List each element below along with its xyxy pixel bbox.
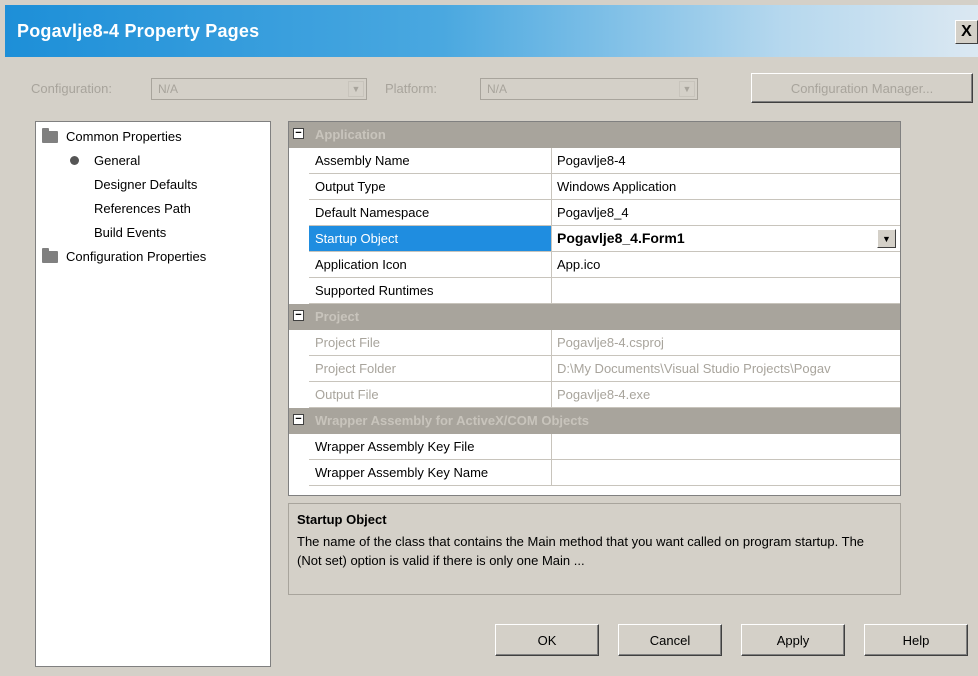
help-button[interactable]: Help bbox=[864, 624, 968, 656]
configuration-value: N/A bbox=[158, 82, 179, 96]
tree-item-label: Build Events bbox=[94, 225, 167, 240]
property-value: D:\My Documents\Visual Studio Projects\P… bbox=[557, 361, 831, 376]
property-row[interactable]: Output Type Windows Application bbox=[309, 174, 900, 200]
property-row[interactable]: Wrapper Assembly Key Name bbox=[309, 460, 900, 486]
property-value[interactable] bbox=[553, 460, 900, 485]
category-wrapper-assembly[interactable]: − Wrapper Assembly for ActiveX/COM Objec… bbox=[289, 408, 900, 434]
property-row-selected[interactable]: Startup Object Pogavlje8_4.Form1 ▼ bbox=[309, 226, 900, 252]
property-row[interactable]: Assembly Name Pogavlje8-4 bbox=[309, 148, 900, 174]
platform-dropdown[interactable]: N/A ▼ bbox=[480, 78, 698, 100]
property-value[interactable]: Windows Application bbox=[553, 174, 900, 199]
dialog-client-area: Configuration: N/A ▼ Platform: N/A ▼ Con… bbox=[5, 57, 978, 676]
property-row[interactable]: Output File Pogavlje8-4.exe bbox=[309, 382, 900, 408]
property-name: Assembly Name bbox=[309, 148, 552, 173]
property-name: Wrapper Assembly Key File bbox=[309, 434, 552, 459]
collapse-icon[interactable]: − bbox=[293, 310, 304, 321]
close-icon: X bbox=[961, 23, 972, 40]
property-pages-window: Pogavlje8-4 Property Pages X Configurati… bbox=[0, 0, 978, 676]
category-project[interactable]: − Project bbox=[289, 304, 900, 330]
description-pane: Startup Object The name of the class tha… bbox=[288, 503, 901, 595]
tree-item-label: General bbox=[94, 153, 141, 168]
property-value: Pogavlje8-4.exe bbox=[557, 387, 651, 402]
property-value[interactable] bbox=[553, 278, 900, 303]
chevron-down-icon: ▼ bbox=[348, 81, 364, 97]
property-name: Project Folder bbox=[309, 356, 552, 381]
property-grid[interactable]: − Application Assembly Name Pogavlje8-4 … bbox=[288, 121, 901, 496]
tree-item-common-properties[interactable]: Common Properties bbox=[36, 126, 270, 148]
tree-item-configuration-properties[interactable]: Configuration Properties bbox=[36, 246, 270, 268]
property-name: Supported Runtimes bbox=[309, 278, 552, 303]
property-name: Project File bbox=[309, 330, 552, 355]
collapse-icon[interactable]: − bbox=[293, 414, 304, 425]
startup-object-select[interactable]: Pogavlje8_4.Form1 bbox=[553, 226, 900, 251]
configuration-dropdown[interactable]: N/A ▼ bbox=[151, 78, 367, 100]
chevron-down-icon: ▼ bbox=[679, 81, 695, 97]
category-application[interactable]: − Application bbox=[289, 122, 900, 148]
collapse-icon[interactable]: − bbox=[293, 128, 304, 139]
chevron-down-icon: ▼ bbox=[882, 233, 891, 244]
tree-item-designer-defaults[interactable]: Designer Defaults bbox=[36, 174, 270, 196]
property-value[interactable] bbox=[553, 434, 900, 459]
configuration-label: Configuration: bbox=[31, 81, 112, 96]
category-tree[interactable]: Common Properties General Designer Defau… bbox=[35, 121, 271, 667]
property-row[interactable]: Application Icon App.ico bbox=[309, 252, 900, 278]
property-row[interactable]: Supported Runtimes bbox=[309, 278, 900, 304]
property-name: Startup Object bbox=[309, 226, 552, 251]
tree-item-label: References Path bbox=[94, 201, 191, 216]
startup-object-dropdown-button[interactable]: ▼ bbox=[877, 229, 896, 248]
tree-item-label: Configuration Properties bbox=[66, 249, 207, 264]
tree-item-references-path[interactable]: References Path bbox=[36, 198, 270, 220]
property-name: Output File bbox=[309, 382, 552, 407]
property-row[interactable]: Wrapper Assembly Key File bbox=[309, 434, 900, 460]
cancel-button[interactable]: Cancel bbox=[618, 624, 722, 656]
property-name: Wrapper Assembly Key Name bbox=[309, 460, 552, 485]
window-title: Pogavlje8-4 Property Pages bbox=[17, 21, 260, 41]
property-row[interactable]: Project File Pogavlje8-4.csproj bbox=[309, 330, 900, 356]
property-name: Default Namespace bbox=[309, 200, 552, 225]
property-value[interactable]: App.ico bbox=[553, 252, 900, 277]
close-button[interactable]: X bbox=[955, 20, 978, 44]
tree-item-build-events[interactable]: Build Events bbox=[36, 222, 270, 244]
apply-button[interactable]: Apply bbox=[741, 624, 845, 656]
property-row[interactable]: Project Folder D:\My Documents\Visual St… bbox=[309, 356, 900, 382]
description-text: The name of the class that contains the … bbox=[297, 534, 865, 568]
category-name: Project bbox=[315, 309, 360, 324]
folder-icon bbox=[42, 248, 58, 263]
property-value[interactable]: Pogavlje8_4 bbox=[553, 200, 900, 225]
configuration-manager-button[interactable]: Configuration Manager... bbox=[751, 73, 973, 103]
tree-item-label: Designer Defaults bbox=[94, 177, 198, 192]
property-value: Pogavlje8-4.csproj bbox=[557, 335, 664, 350]
title-bar[interactable]: Pogavlje8-4 Property Pages bbox=[5, 5, 978, 57]
property-name: Output Type bbox=[309, 174, 552, 199]
category-name: Wrapper Assembly for ActiveX/COM Objects bbox=[315, 413, 590, 428]
tree-item-label: Common Properties bbox=[66, 129, 182, 144]
platform-value: N/A bbox=[487, 82, 508, 96]
bullet-icon bbox=[70, 156, 79, 165]
tree-item-general[interactable]: General bbox=[36, 150, 270, 172]
property-row[interactable]: Default Namespace Pogavlje8_4 bbox=[309, 200, 900, 226]
ok-button[interactable]: OK bbox=[495, 624, 599, 656]
description-title: Startup Object bbox=[297, 512, 387, 527]
property-name: Application Icon bbox=[309, 252, 552, 277]
platform-label: Platform: bbox=[385, 81, 438, 96]
folder-icon bbox=[42, 128, 58, 143]
property-value[interactable]: Pogavlje8-4 bbox=[553, 148, 900, 173]
category-name: Application bbox=[315, 127, 386, 142]
